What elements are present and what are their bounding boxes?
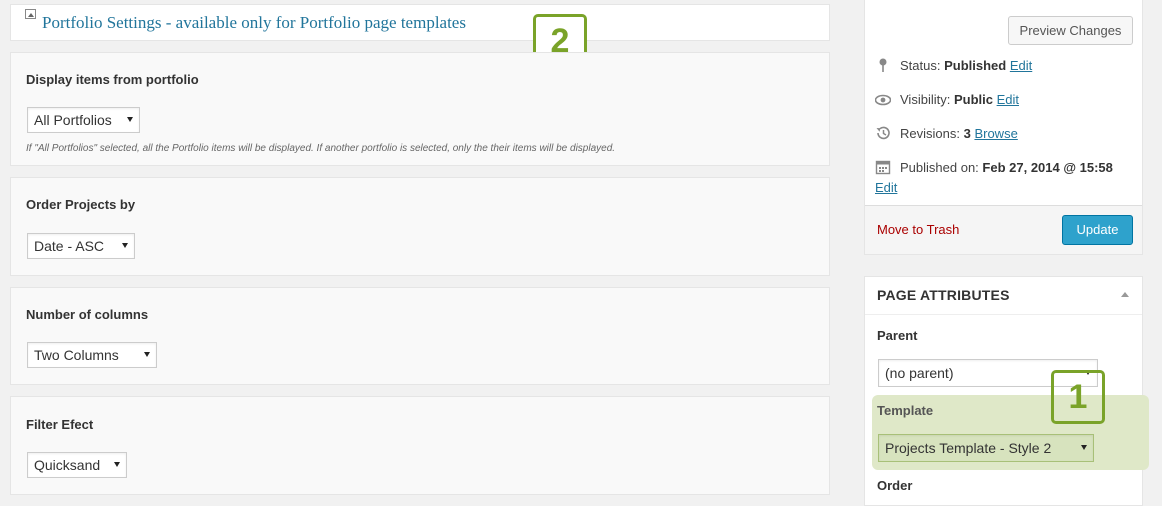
filter-effect-label: Filter Efect — [26, 417, 94, 432]
edit-date-link[interactable]: Edit — [875, 180, 897, 195]
image-icon — [25, 9, 36, 19]
preview-changes-button[interactable]: Preview Changes — [1008, 16, 1133, 45]
history-icon — [876, 126, 890, 140]
edit-visibility-link[interactable]: Edit — [997, 92, 1019, 107]
parent-select-value: (no parent) — [885, 365, 954, 381]
filter-effect-select-value: Quicksand — [34, 457, 101, 473]
divider — [865, 314, 1142, 315]
visibility-value: Public — [953, 92, 993, 107]
order-label: Order — [877, 478, 913, 493]
revisions-count: 3 — [963, 126, 971, 141]
move-to-trash-link[interactable]: Move to Trash — [877, 222, 959, 237]
order-select[interactable]: Date - ASC — [27, 233, 135, 259]
browse-revisions-link[interactable]: Browse — [974, 126, 1017, 141]
section-order-projects — [10, 177, 830, 276]
visibility-row: Visibility: Public Edit — [900, 92, 1019, 107]
chevron-down-icon — [127, 117, 133, 122]
published-on-label: Published on: — [900, 160, 979, 175]
order-select-value: Date - ASC — [34, 238, 105, 254]
template-label: Template — [877, 403, 934, 418]
portfolio-select[interactable]: All Portfolios — [27, 107, 140, 133]
revisions-label: Revisions: — [900, 126, 960, 141]
calendar-icon — [875, 160, 891, 175]
template-select-value: Projects Template - Style 2 — [885, 440, 1052, 456]
columns-label: Number of columns — [26, 307, 149, 322]
portfolio-settings-title[interactable]: Portfolio Settings - available only for … — [42, 13, 466, 33]
columns-select[interactable]: Two Columns — [27, 342, 157, 368]
revisions-row: Revisions: 3 Browse — [900, 126, 1018, 141]
visibility-label: Visibility: — [900, 92, 951, 107]
update-button[interactable]: Update — [1062, 215, 1133, 245]
edit-status-link[interactable]: Edit — [1010, 58, 1032, 73]
template-select[interactable]: Projects Template - Style 2 — [878, 434, 1094, 462]
section-number-of-columns — [10, 287, 830, 385]
collapse-arrow-icon[interactable] — [1121, 292, 1129, 297]
filter-effect-select[interactable]: Quicksand — [27, 452, 127, 478]
display-items-label: Display items from portfolio — [26, 72, 199, 87]
pin-icon — [879, 58, 887, 72]
published-on-value: Feb 27, 2014 @ 15:58 — [982, 160, 1113, 175]
status-value: Published — [944, 58, 1007, 73]
columns-select-value: Two Columns — [34, 347, 119, 363]
published-on-row: Published on: Feb 27, 2014 @ 15:58 — [900, 160, 1113, 175]
chevron-down-icon — [122, 243, 128, 248]
order-projects-label: Order Projects by — [26, 197, 136, 212]
status-row: Status: Published Edit — [900, 58, 1032, 73]
eye-icon — [875, 94, 891, 106]
portfolio-select-value: All Portfolios — [34, 112, 112, 128]
section-filter-effect — [10, 396, 830, 495]
chevron-down-icon — [114, 462, 120, 467]
chevron-down-icon — [1081, 445, 1087, 450]
callout-badge-1: 1 — [1051, 370, 1105, 424]
page-attributes-title[interactable]: PAGE ATTRIBUTES — [877, 287, 1010, 303]
portfolio-hint: If "All Portfolios" selected, all the Po… — [26, 143, 616, 154]
chevron-down-icon — [144, 352, 150, 357]
parent-label: Parent — [877, 328, 918, 343]
status-label: Status: — [900, 58, 941, 73]
